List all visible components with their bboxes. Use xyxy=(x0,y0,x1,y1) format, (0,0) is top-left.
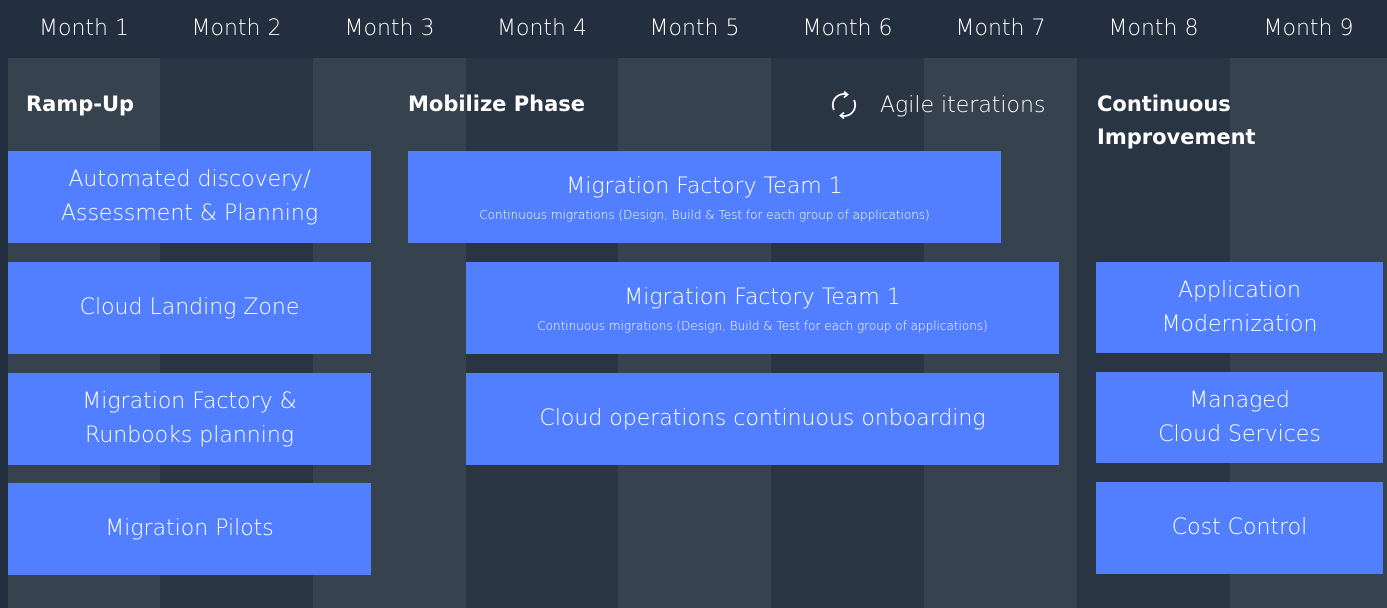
box-title: Migration Factory Team 1 xyxy=(566,174,843,199)
agile-iterations-label: Agile iterations xyxy=(826,86,1045,124)
month-label: Month 9 xyxy=(1263,16,1354,41)
box-subtitle: Continuous migrations (Design, Build & T… xyxy=(537,319,988,333)
box-application-modernization: Application Modernization xyxy=(1096,262,1383,353)
box-title: Cloud operations continuous onboarding xyxy=(539,406,986,431)
box-title: Managed Cloud Services xyxy=(1158,387,1321,447)
box-title: Migration Pilots xyxy=(105,516,274,541)
box-cost-control: Cost Control xyxy=(1096,482,1383,574)
month-label: Month 2 xyxy=(191,16,282,41)
phase-title-mobilize: Mobilize Phase xyxy=(408,92,585,116)
box-title: Cost Control xyxy=(1171,515,1308,540)
phase-title-ramp-up: Ramp-Up xyxy=(26,92,135,116)
month-label: Month 7 xyxy=(955,16,1046,41)
box-migration-factory-team-1b: Migration Factory Team 1 Continuous migr… xyxy=(466,262,1059,354)
box-automated-discovery: Automated discovery/ Assessment & Planni… xyxy=(8,151,371,243)
refresh-cycle-icon xyxy=(831,90,857,120)
box-migration-factory-team-1a: Migration Factory Team 1 Continuous migr… xyxy=(408,151,1001,243)
month-label: Month 6 xyxy=(802,16,893,41)
box-subtitle: Continuous migrations (Design, Build & T… xyxy=(479,208,930,222)
box-cloud-landing-zone: Cloud Landing Zone xyxy=(8,262,371,354)
month-label: Month 1 xyxy=(39,16,129,41)
month-label: Month 3 xyxy=(344,16,435,41)
box-managed-cloud-services: Managed Cloud Services xyxy=(1096,372,1383,463)
box-title: Migration Factory & Runbooks planning xyxy=(82,389,297,448)
box-migration-pilots: Migration Pilots xyxy=(8,483,371,575)
migration-timeline-diagram: Month 1 Month 2 Month 3 Month 4 Month 5 … xyxy=(0,0,1387,608)
box-title: Cloud Landing Zone xyxy=(79,295,300,320)
agile-iterations-text: Agile iterations xyxy=(880,92,1046,118)
box-migration-factory-runbooks: Migration Factory & Runbooks planning xyxy=(8,373,371,465)
phase-title-continuous: Continuous Improvement xyxy=(1097,92,1256,149)
box-cloud-operations-onboarding: Cloud operations continuous onboarding xyxy=(466,373,1059,465)
month-label: Month 5 xyxy=(649,16,740,41)
month-label: Month 8 xyxy=(1108,16,1199,41)
box-title: Migration Factory Team 1 xyxy=(624,285,901,310)
month-label: Month 4 xyxy=(497,16,587,41)
box-title: Application Modernization xyxy=(1161,277,1318,337)
box-title: Automated discovery/ Assessment & Planni… xyxy=(60,167,319,226)
